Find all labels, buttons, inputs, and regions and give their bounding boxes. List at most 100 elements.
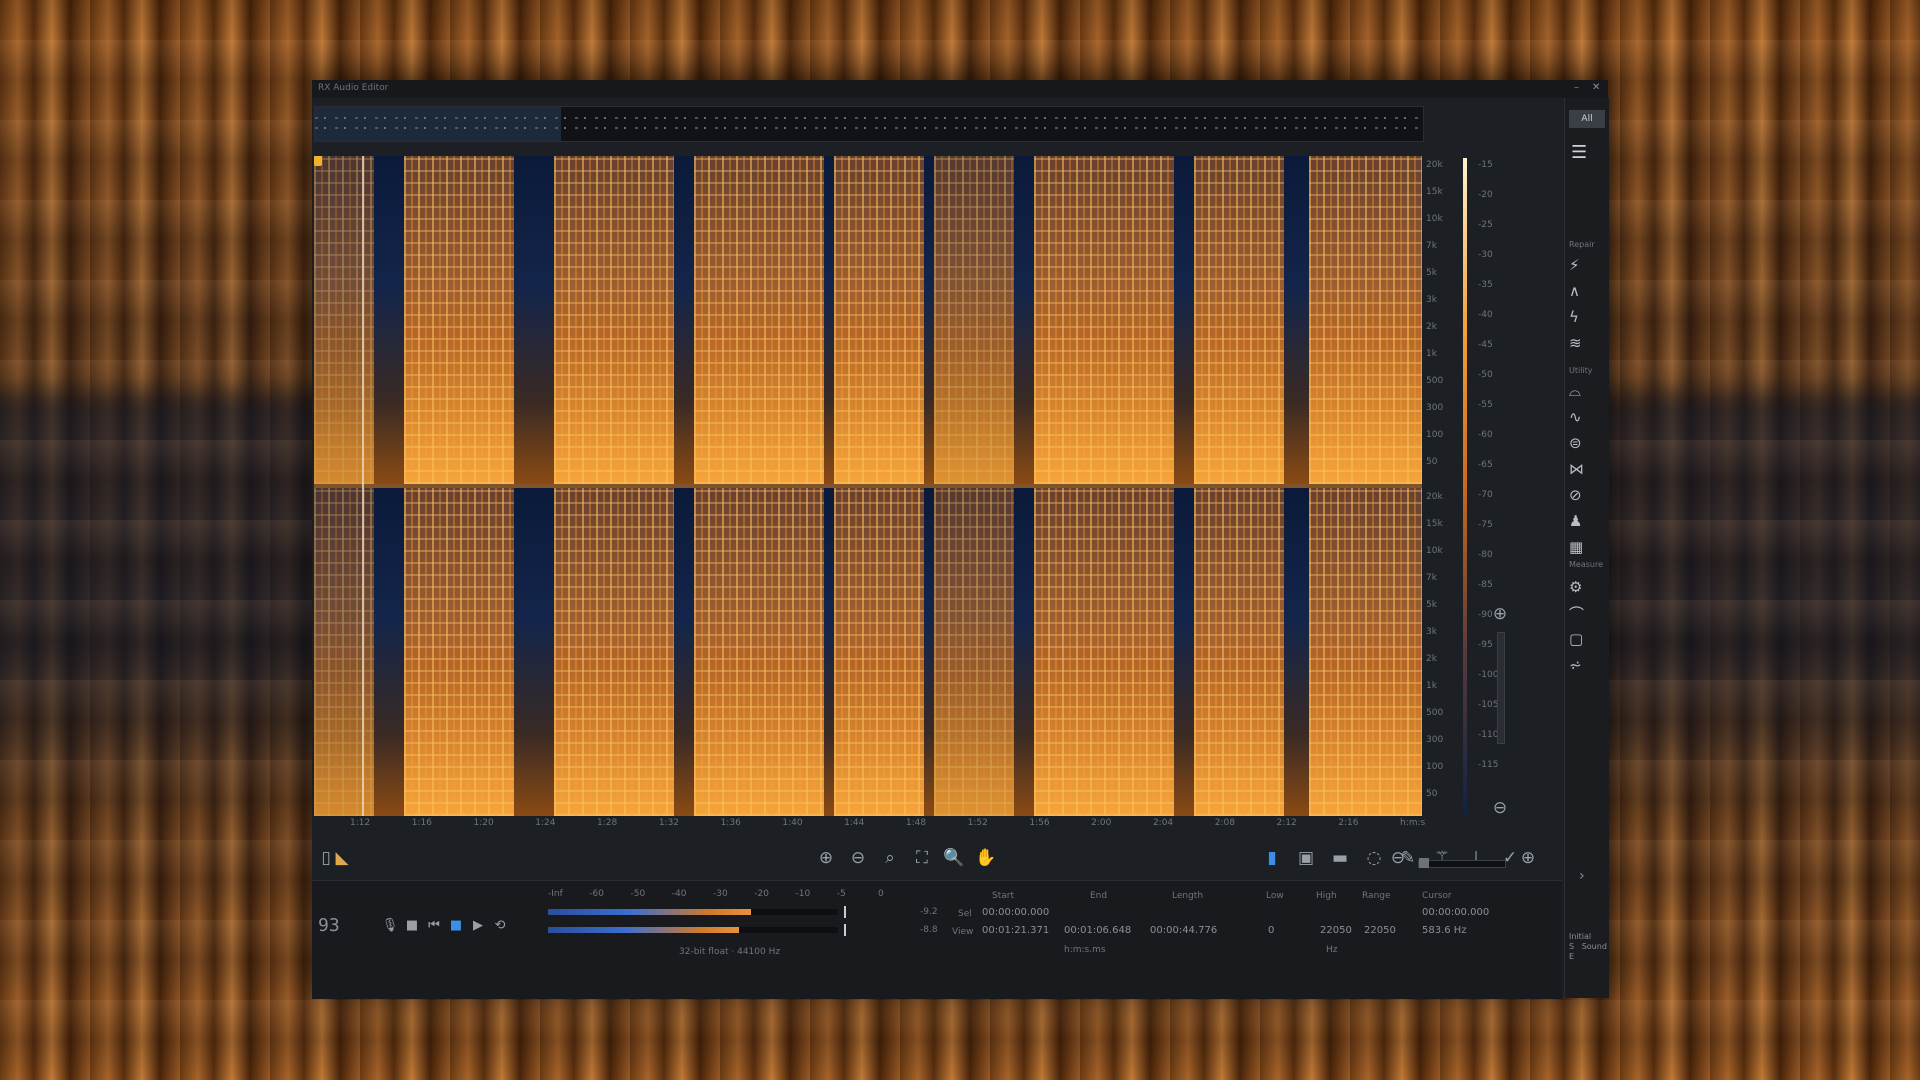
module-filter-dropdown[interactable]: All [1569,110,1605,128]
hand-tool-icon[interactable]: ✋ [974,846,998,870]
go-to-start-icon[interactable]: ⏮ [424,915,444,935]
spectrogram-display[interactable] [314,156,1422,816]
db-tick-label: -45 [1478,340,1493,350]
horizontal-zoom-out-icon[interactable]: ⊖ [1386,846,1410,870]
frequency-tick-label: 10k [1426,214,1443,224]
vertical-zoom-out-icon[interactable]: ⊖ [1488,796,1512,820]
record-icon[interactable]: 🎙 [380,915,400,935]
time-tick-label: 1:36 [720,818,741,828]
cursor-time-value: 00:00:00.000 [1422,907,1490,918]
de-clip-icon[interactable]: ∧ [1569,280,1599,302]
cursor-hz-value: 583.6 Hz [1422,925,1467,936]
horizontal-zoom-slider[interactable] [1418,858,1506,868]
close-icon[interactable]: ✕ [1592,82,1600,93]
minimize-icon[interactable]: – [1574,82,1579,93]
view-end-value[interactable]: 00:01:06.648 [1064,925,1131,936]
play-icon[interactable]: ■ [446,915,466,935]
zoom-selection-icon[interactable]: ⌕ [878,846,902,870]
overview-visible-region[interactable] [315,107,561,141]
gain-icon[interactable]: ⋈ [1569,458,1599,480]
de-click-icon[interactable]: ⚡ [1569,254,1599,276]
mixing-icon[interactable]: ⊘ [1569,484,1599,506]
time-selection-icon[interactable]: ▮ [1260,846,1284,870]
header-low: Low [1266,891,1284,901]
row-view-label: View [952,927,974,937]
time-unit-label[interactable]: h:m:s.ms [1064,945,1106,955]
header-length: Length [1172,891,1204,901]
zoom-out-icon[interactable]: ⊖ [846,846,870,870]
lasso-icon[interactable]: ◌ [1362,846,1386,870]
waveform-overview[interactable] [314,106,1424,142]
de-crackle-icon[interactable]: ϟ [1569,306,1599,328]
level-meter-left-fill [548,909,751,915]
meter-scale-label: 0 [878,889,884,899]
de-noise-icon[interactable]: ⌓ [1569,380,1599,402]
meter-scale-label: -5 [836,889,846,899]
view-length-value[interactable]: 00:00:44.776 [1150,925,1217,936]
time-tick-label: h:m:s [1400,818,1426,828]
spectrogram-channel-left[interactable] [314,156,1422,484]
overview-lane-1 [315,117,1423,119]
waveform-stats-icon[interactable]: ⩫ [1569,654,1599,676]
loop-icon[interactable]: ⟲ [490,915,510,935]
module-section-label: Measure [1569,560,1603,569]
db-tick-label: -35 [1478,280,1493,290]
time-tick-label: 1:24 [535,818,556,828]
time-frequency-selection-icon[interactable]: ▣ [1294,846,1318,870]
start-marker[interactable] [314,156,322,166]
view-range-value[interactable]: 22050 [1364,925,1396,936]
module-section-label: Utility [1569,366,1593,375]
waveform-spectrogram-blend-icon[interactable]: ◣ [330,846,354,870]
voice-icon[interactable]: ♟ [1569,510,1599,532]
header-end: End [1090,891,1108,901]
frequency-tick-label: 15k [1426,187,1443,197]
db-tick-label: -80 [1478,550,1493,560]
zoom-tool-icon[interactable]: 🔍 [942,846,966,870]
level-meter-right-fill [548,927,740,933]
loudness-icon[interactable]: ⚙ [1569,576,1599,598]
view-start-value[interactable]: 00:01:21.371 [982,925,1049,936]
time-tick-label: 1:52 [967,818,988,828]
frequency-tick-label: 15k [1426,519,1443,529]
frequency-tick-label: 1k [1426,681,1437,691]
menu-icon[interactable]: ☰ [1571,142,1587,163]
playhead-cursor[interactable] [362,156,364,816]
phase-icon[interactable]: ⌒ [1569,602,1599,624]
time-tick-label: 1:40 [782,818,803,828]
stop-icon[interactable]: ■ [402,915,422,935]
time-tick-label: 1:12 [350,818,371,828]
hz-unit-label: Hz [1326,945,1338,955]
expand-panel-icon[interactable]: › [1579,868,1585,884]
time-tick-label: 1:56 [1029,818,1050,828]
vertical-zoom-in-icon[interactable]: ⊕ [1488,602,1512,626]
zoom-in-icon[interactable]: ⊕ [814,846,838,870]
frequency-selection-icon[interactable]: ▬ [1328,846,1352,870]
play-selection-icon[interactable]: ▶ [468,915,488,935]
horizontal-zoom-in-icon[interactable]: ⊕ [1516,846,1540,870]
module-footer: Initial S Sound E [1569,932,1607,961]
meter-scale-label: -60 [589,889,604,899]
spectrum-analyzer-icon[interactable]: ▢ [1569,628,1599,650]
header-range: Range [1362,891,1391,901]
frequency-tick-label: 500 [1426,708,1444,718]
spectral-icon[interactable]: ▦ [1569,536,1599,558]
de-hum-icon[interactable]: ≋ [1569,332,1599,354]
vertical-zoom-slider[interactable] [1497,632,1505,744]
frequency-tick-label: 300 [1426,403,1444,413]
de-reverb-icon[interactable]: ∿ [1569,406,1599,428]
db-tick-label: -15 [1478,160,1493,170]
meter-scale-label: -40 [671,889,687,899]
view-high-value[interactable]: 22050 [1320,925,1352,936]
zoom-fit-icon[interactable]: ⛶ [910,846,934,870]
frequency-tick-label: 50 [1426,789,1438,799]
view-low-value[interactable]: 0 [1268,925,1274,936]
sel-start-value[interactable]: 00:00:00.000 [982,907,1049,918]
db-tick-label: -75 [1478,520,1493,530]
horizontal-zoom-thumb[interactable] [1419,858,1429,868]
time-tick-label: 1:48 [905,818,927,828]
timecode-display: 93 [318,915,340,936]
time-tick-label: 2:16 [1338,818,1359,828]
time-tick-label: 2:12 [1276,818,1297,828]
eq-icon[interactable]: ⊜ [1569,432,1599,454]
spectrogram-channel-right[interactable] [314,488,1422,816]
